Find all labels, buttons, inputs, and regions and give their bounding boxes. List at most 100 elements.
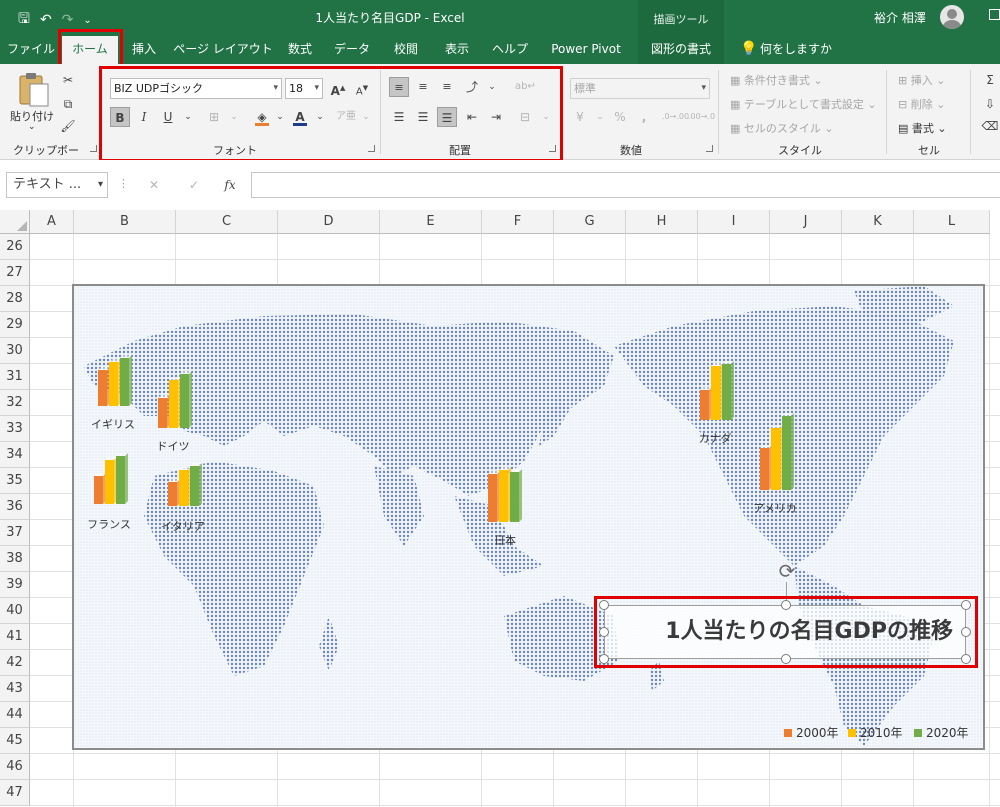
copy-icon[interactable]: ⧉ <box>58 94 78 114</box>
tab-insert[interactable]: 挿入 <box>124 34 164 64</box>
decrease-decimal-icon[interactable]: .00→.0 <box>688 107 715 127</box>
resize-handle[interactable] <box>599 654 609 664</box>
column-header-G[interactable]: G <box>554 210 626 234</box>
column-header-H[interactable]: H <box>626 210 698 234</box>
cell-styles-button[interactable]: ▦ セルのスタイル ⌄ <box>730 120 834 136</box>
orientation-icon[interactable]: ⤴ <box>462 77 482 97</box>
cut-icon[interactable]: ✂ <box>58 70 78 90</box>
column-header-L[interactable]: L <box>914 210 990 234</box>
row-header-42[interactable]: 42 <box>0 650 30 676</box>
fill-icon[interactable]: ⇩ <box>980 94 1000 114</box>
user-name[interactable]: 裕介 相澤 <box>874 9 926 26</box>
autosum-icon[interactable]: Σ <box>980 70 1000 90</box>
row-header-33[interactable]: 33 <box>0 416 30 442</box>
tab-view[interactable]: 表示 <box>436 34 478 64</box>
row-header-41[interactable]: 41 <box>0 624 30 650</box>
resize-handle[interactable] <box>961 600 971 610</box>
formula-input[interactable] <box>251 172 1000 198</box>
row-header-46[interactable]: 46 <box>0 754 30 780</box>
tab-page-layout[interactable]: ページ レイアウト <box>172 34 274 64</box>
bold-button[interactable]: B <box>110 107 130 127</box>
align-center-icon[interactable]: ☰ <box>413 107 433 127</box>
phonetic-icon[interactable]: ア亜 <box>336 107 356 127</box>
increase-decimal-icon[interactable]: .0→.00 <box>662 107 689 127</box>
row-header-43[interactable]: 43 <box>0 676 30 702</box>
resize-handle[interactable] <box>781 654 791 664</box>
align-top-icon[interactable]: ≡ <box>389 77 409 97</box>
format-as-table-button[interactable]: ▦ テーブルとして書式設定 ⌄ <box>730 96 877 112</box>
font-shrink-icon[interactable]: A▼ <box>352 78 372 98</box>
tab-formulas[interactable]: 数式 <box>280 34 320 64</box>
chart-title[interactable]: 1人当たりの名目GDPの推移 <box>605 606 965 658</box>
align-bottom-icon[interactable]: ≡ <box>437 77 457 97</box>
map-chart[interactable]: イギリス ドイツ フランス イタリア 日本 カナダ アメリカ 2000年 201… <box>72 284 985 750</box>
currency-dropdown-icon[interactable]: ⌄ <box>590 107 610 127</box>
merge-dropdown-icon[interactable]: ⌄ <box>536 107 556 127</box>
format-cells-button[interactable]: ▤ 書式 ⌄ <box>898 120 947 136</box>
paste-icon[interactable] <box>16 72 50 108</box>
tell-me-search[interactable]: 何をしますか <box>760 34 832 64</box>
number-launcher-icon[interactable] <box>706 145 713 152</box>
row-header-40[interactable]: 40 <box>0 598 30 624</box>
fill-color-dropdown-icon[interactable]: ⌄ <box>270 107 290 127</box>
phonetic-dropdown-icon[interactable]: ⌄ <box>356 107 376 127</box>
chart-title-textbox[interactable]: 1人当たりの名目GDPの推移 <box>604 605 966 659</box>
cancel-icon[interactable]: ✕ <box>144 175 164 195</box>
align-right-icon[interactable]: ☰ <box>437 107 457 127</box>
borders-icon[interactable]: ⊞ <box>204 107 224 127</box>
column-header-B[interactable]: B <box>74 210 176 234</box>
name-box[interactable]: テキスト ... <box>6 172 108 198</box>
column-header-E[interactable]: E <box>380 210 482 234</box>
window-restore-icon[interactable] <box>989 9 1000 20</box>
tab-data[interactable]: データ <box>328 34 376 64</box>
user-avatar-icon[interactable] <box>940 5 964 29</box>
tab-home[interactable]: ホーム <box>62 36 118 64</box>
column-header-F[interactable]: F <box>482 210 554 234</box>
align-middle-icon[interactable]: ≡ <box>413 77 433 97</box>
merge-center-icon[interactable]: ⊟ <box>515 107 535 127</box>
delete-cells-button[interactable]: ⊟ 削除 ⌄ <box>898 96 945 112</box>
row-header-28[interactable]: 28 <box>0 286 30 312</box>
tab-shape-format[interactable]: 図形の書式 <box>638 34 724 64</box>
clipboard-launcher-icon[interactable] <box>90 145 97 152</box>
clear-icon[interactable]: ⌫ <box>980 116 1000 136</box>
tab-file[interactable]: ファイル <box>4 34 58 64</box>
fill-color-icon[interactable]: ◈ <box>252 107 272 127</box>
percent-button[interactable]: % <box>610 107 630 127</box>
row-header-45[interactable]: 45 <box>0 728 30 754</box>
font-grow-icon[interactable]: A▲ <box>328 78 348 98</box>
wrap-text-icon[interactable]: ab↵ <box>515 77 536 97</box>
italic-button[interactable]: I <box>134 107 154 127</box>
tab-help[interactable]: ヘルプ <box>486 34 534 64</box>
orientation-dropdown-icon[interactable]: ⌄ <box>482 77 502 97</box>
column-header-J[interactable]: J <box>770 210 842 234</box>
paste-dropdown-icon[interactable]: ⌄ <box>28 122 36 132</box>
column-header-C[interactable]: C <box>176 210 278 234</box>
resize-handle[interactable] <box>781 600 791 610</box>
select-all-button[interactable] <box>0 210 30 234</box>
row-header-27[interactable]: 27 <box>0 260 30 286</box>
tab-review[interactable]: 校閲 <box>384 34 428 64</box>
row-header-44[interactable]: 44 <box>0 702 30 728</box>
font-launcher-icon[interactable] <box>368 145 375 152</box>
row-header-39[interactable]: 39 <box>0 572 30 598</box>
conditional-formatting-button[interactable]: ▦ 条件付き書式 ⌄ <box>730 72 823 88</box>
row-header-29[interactable]: 29 <box>0 312 30 338</box>
decrease-indent-icon[interactable]: ⇤ <box>462 107 482 127</box>
resize-handle[interactable] <box>961 654 971 664</box>
resize-handle[interactable] <box>599 600 609 610</box>
row-header-34[interactable]: 34 <box>0 442 30 468</box>
row-header-47[interactable]: 47 <box>0 780 30 806</box>
increase-indent-icon[interactable]: ⇥ <box>486 107 506 127</box>
row-header-37[interactable]: 37 <box>0 520 30 546</box>
underline-dropdown-icon[interactable]: ⌄ <box>178 107 198 127</box>
row-header-26[interactable]: 26 <box>0 234 30 260</box>
row-header-38[interactable]: 38 <box>0 546 30 572</box>
format-painter-icon[interactable]: 🖌 <box>58 116 78 136</box>
underline-button[interactable]: U <box>158 107 178 127</box>
font-color-dropdown-icon[interactable]: ⌄ <box>310 107 330 127</box>
align-left-icon[interactable]: ☰ <box>389 107 409 127</box>
alignment-launcher-icon[interactable] <box>549 145 556 152</box>
column-header-K[interactable]: K <box>842 210 914 234</box>
borders-dropdown-icon[interactable]: ⌄ <box>224 107 244 127</box>
